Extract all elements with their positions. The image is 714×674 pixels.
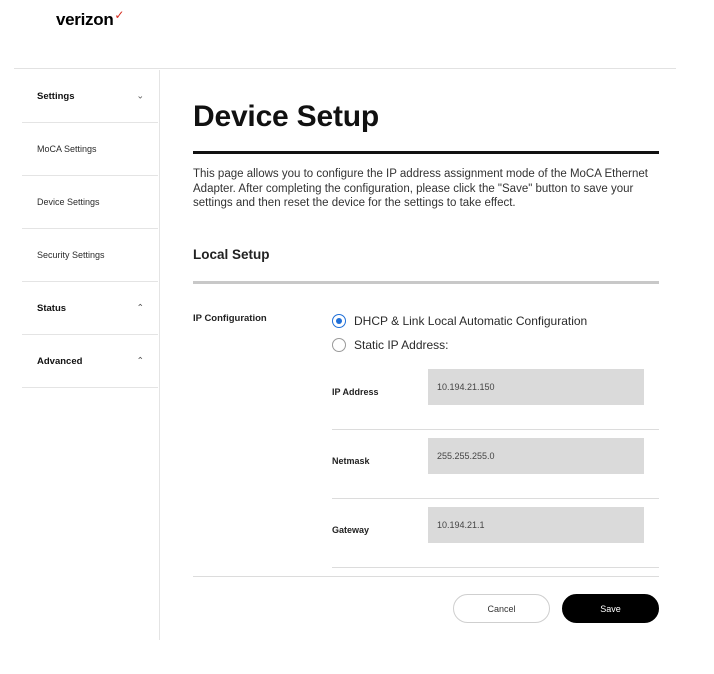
verizon-logo: verizon✓ <box>56 8 125 30</box>
header-divider <box>14 68 676 69</box>
dhcp-radio-label: DHCP & Link Local Automatic Configuratio… <box>354 314 588 328</box>
chevron-up-icon: ⌃ <box>136 355 144 366</box>
sidebar-item-security-settings[interactable]: Security Settings <box>22 229 158 282</box>
sidebar-item-moca-settings[interactable]: MoCA Settings <box>22 123 158 176</box>
static-ip-radio-label: Static IP Address: <box>354 338 449 352</box>
static-ip-radio-button[interactable] <box>332 338 346 352</box>
sidebar-item-label: Status <box>37 302 67 314</box>
brand-name: verizon <box>56 10 114 29</box>
sidebar-divider <box>159 70 160 640</box>
title-divider <box>193 151 659 154</box>
chevron-up-icon: ⌃ <box>136 302 144 313</box>
sidebar-item-settings[interactable]: Settings ⌄ <box>22 70 158 123</box>
sidebar-item-label: MoCA Settings <box>37 144 97 154</box>
sidebar-item-label: Device Settings <box>37 197 100 207</box>
gateway-row: Gateway 10.194.21.1 <box>332 499 659 568</box>
save-button[interactable]: Save <box>562 594 659 623</box>
sidebar-item-advanced[interactable]: Advanced ⌃ <box>22 335 158 388</box>
section-title: Local Setup <box>193 247 270 262</box>
sidebar: Settings ⌄ MoCA Settings Device Settings… <box>22 70 158 388</box>
netmask-label: Netmask <box>332 456 370 466</box>
ip-configuration-label: IP Configuration <box>193 313 267 324</box>
page-description: This page allows you to configure the IP… <box>193 168 648 209</box>
ip-address-label: IP Address <box>332 387 379 397</box>
netmask-input[interactable]: 255.255.255.0 <box>428 438 644 474</box>
cancel-button[interactable]: Cancel <box>453 594 550 623</box>
gateway-input[interactable]: 10.194.21.1 <box>428 507 644 543</box>
page-title: Device Setup <box>193 100 380 133</box>
ip-address-input[interactable]: 10.194.21.150 <box>428 369 644 405</box>
static-ip-radio-option[interactable]: Static IP Address: <box>332 338 449 352</box>
dhcp-radio-button[interactable] <box>332 314 346 328</box>
dhcp-radio-option[interactable]: DHCP & Link Local Automatic Configuratio… <box>332 314 587 328</box>
chevron-down-icon: ⌄ <box>136 90 144 101</box>
netmask-row: Netmask 255.255.255.0 <box>332 430 659 499</box>
sidebar-item-status[interactable]: Status ⌃ <box>22 282 158 335</box>
sidebar-item-device-settings[interactable]: Device Settings <box>22 176 158 229</box>
ip-address-row: IP Address 10.194.21.150 <box>332 361 659 430</box>
sidebar-item-label: Security Settings <box>37 250 105 260</box>
sidebar-item-label: Advanced <box>37 355 83 367</box>
form-divider <box>193 576 659 577</box>
section-divider <box>193 281 659 284</box>
checkmark-icon: ✓ <box>114 8 125 22</box>
gateway-label: Gateway <box>332 525 370 535</box>
sidebar-item-label: Settings <box>37 90 75 102</box>
